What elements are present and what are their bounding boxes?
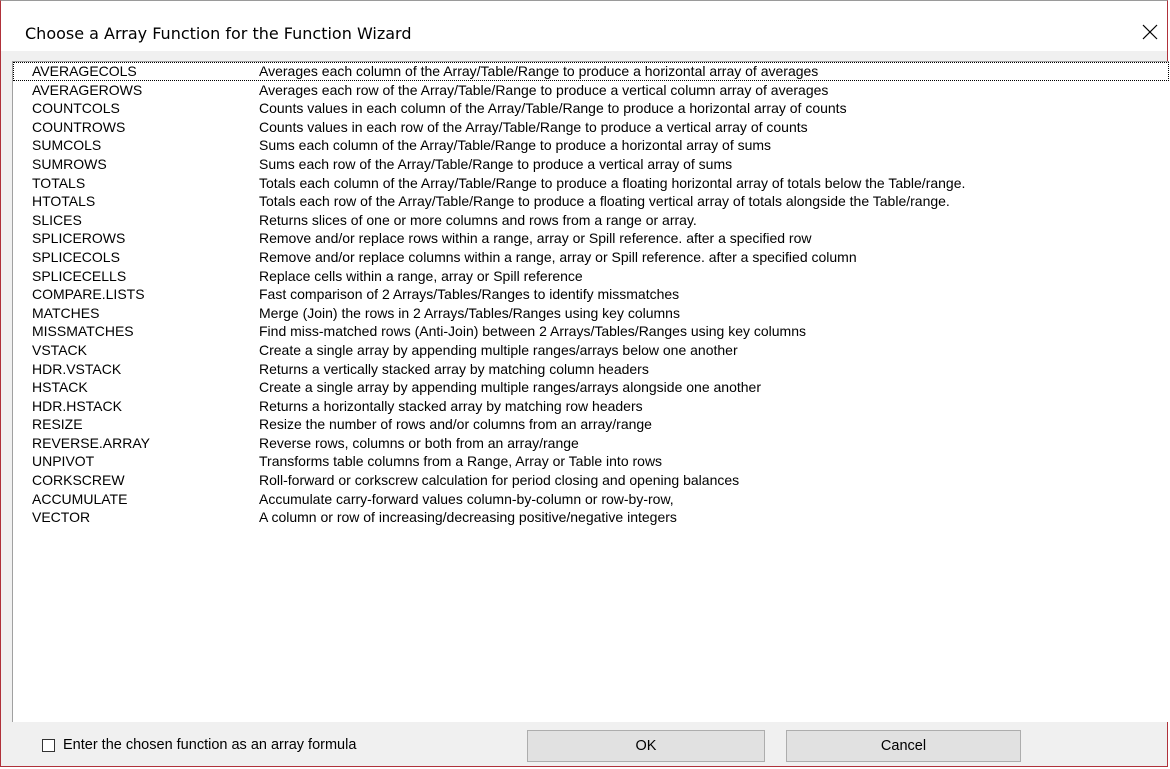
checkbox-box[interactable] <box>42 738 55 752</box>
list-item[interactable]: HDR.VSTACK Returns a vertically stacked a… <box>13 360 1169 379</box>
function-description: Averages each row of the Array/Table/Ran… <box>259 81 829 98</box>
function-name: COUNTCOLS <box>32 100 120 117</box>
list-item[interactable]: UNPIVOT Transforms table columns from a R… <box>13 452 1169 471</box>
function-name: HDR.HSTACK <box>32 397 122 414</box>
list-item[interactable]: REVERSE.ARRAY Reverse rows, columns or bo… <box>13 434 1169 453</box>
function-description: Roll-forward or corkscrew calculation fo… <box>259 472 740 489</box>
list-item[interactable]: COMPARE.LISTS Fast comparison of 2 Arrays… <box>13 285 1169 304</box>
function-name: AVERAGECOLS <box>32 63 137 79</box>
function-description: Remove and/or replace rows within a rang… <box>259 230 812 247</box>
list-item[interactable]: HDR.HSTACK Returns a horizontally stacked… <box>13 397 1169 416</box>
close-icon <box>1142 24 1158 40</box>
function-description: Replace cells within a range, array or S… <box>259 267 583 284</box>
function-name: MISSMATCHES <box>32 323 134 340</box>
array-formula-checkbox[interactable]: Enter the chosen function as an array fo… <box>42 737 356 753</box>
function-description: Merge (Join) the rows in 2 Arrays/Tables… <box>259 304 680 321</box>
list-item[interactable]: SLICES Returns slices of one or more colu… <box>13 211 1169 230</box>
list-item[interactable]: MISSMATCHES Find miss-matched rows (Anti-… <box>13 322 1169 341</box>
function-name: COMPARE.LISTS <box>32 286 145 303</box>
function-description: Totals each column of the Array/Table/Ra… <box>259 174 966 191</box>
list-item[interactable]: SUMCOLS Sums each column of the Array/Tab… <box>13 136 1169 155</box>
array-function-dialog: Choose a Array Function for the Function… <box>0 0 1169 767</box>
title-bar: Choose a Array Function for the Function… <box>1 1 1167 51</box>
function-name: SUMCOLS <box>32 137 102 154</box>
list-item[interactable]: ACCUMULATE Accumulate carry-forward value… <box>13 490 1169 509</box>
function-name: SLICES <box>32 211 82 228</box>
function-name: VECTOR <box>32 509 91 526</box>
function-name: HTOTALS <box>32 193 96 210</box>
function-name: REVERSE.ARRAY <box>32 434 150 451</box>
list-item[interactable]: AVERAGEROWS Averages each row of the Arra… <box>13 81 1169 100</box>
function-description: Find miss-matched rows (Anti-Join) betwe… <box>259 323 807 340</box>
function-name: VSTACK <box>32 341 87 358</box>
list-item[interactable]: VECTOR A column or row of increasing/decr… <box>13 508 1169 527</box>
function-name: HSTACK <box>32 379 88 396</box>
list-item[interactable]: COUNTROWS Counts values in each row of th… <box>13 118 1169 137</box>
list-item[interactable]: COUNTCOLS Counts values in each column of… <box>13 99 1169 118</box>
function-description: Remove and/or replace columns within a r… <box>259 248 857 265</box>
function-name: HDR.VSTACK <box>32 360 122 377</box>
function-description: Resize the number of rows and/or columns… <box>259 416 652 433</box>
array-formula-label: Enter the chosen function as an array fo… <box>63 737 357 753</box>
function-name: CORKSCREW <box>32 472 125 489</box>
function-name: SUMROWS <box>32 155 107 172</box>
function-name: COUNTROWS <box>32 118 126 135</box>
function-name: SPLICEROWS <box>32 230 126 247</box>
list-item[interactable]: HTOTALS Totals each row of the Array/Tabl… <box>13 192 1169 211</box>
list-item[interactable]: CORKSCREW Roll-forward or corkscrew calcu… <box>13 471 1169 490</box>
list-item[interactable]: SPLICECELLS Replace cells within a range,… <box>13 267 1169 286</box>
function-description: Totals each row of the Array/Table/Range… <box>259 193 950 210</box>
function-description: Fast comparison of 2 Arrays/Tables/Range… <box>259 286 680 303</box>
function-description: Transforms table columns from a Range, A… <box>259 453 663 470</box>
list-item[interactable]: SPLICEROWS Remove and/or replace rows wit… <box>13 229 1169 248</box>
function-description: Accumulate carry-forward values column-b… <box>259 490 674 507</box>
list-item[interactable]: AVERAGECOLS Averages each column of the A… <box>13 62 1169 81</box>
close-button[interactable] <box>1133 13 1167 51</box>
list-item[interactable]: HSTACK Create a single array by appending… <box>13 378 1169 397</box>
function-description: Create a single array by appending multi… <box>259 341 738 358</box>
function-description: Averages each column of the Array/Table/… <box>259 63 819 79</box>
list-item[interactable]: TOTALS Totals each column of the Array/Ta… <box>13 174 1169 193</box>
function-name: SPLICECOLS <box>32 248 120 265</box>
list-item[interactable]: SPLICECOLS Remove and/or replace columns … <box>13 248 1169 267</box>
function-name: RESIZE <box>32 416 83 433</box>
function-description: Reverse rows, columns or both from an ar… <box>259 434 579 451</box>
function-name: TOTALS <box>32 174 86 191</box>
ok-button[interactable]: OK <box>527 730 765 762</box>
function-description: Returns slices of one or more columns an… <box>259 211 697 228</box>
function-description: Returns a horizontally stacked array by … <box>259 397 643 414</box>
function-description: Counts values in each column of the Arra… <box>259 100 847 117</box>
function-description: Counts values in each row of the Array/T… <box>259 118 808 135</box>
function-description: A column or row of increasing/decreasing… <box>259 509 677 526</box>
function-description: Create a single array by appending multi… <box>259 379 761 396</box>
function-name: MATCHES <box>32 304 100 321</box>
list-item[interactable]: MATCHES Merge (Join) the rows in 2 Arrays… <box>13 304 1169 323</box>
function-description: Sums each row of the Array/Table/Range t… <box>259 155 733 172</box>
function-description: Returns a vertically stacked array by ma… <box>259 360 649 377</box>
function-name: AVERAGEROWS <box>32 81 143 98</box>
function-description: Sums each column of the Array/Table/Rang… <box>259 137 772 154</box>
list-item[interactable]: VSTACK Create a single array by appending… <box>13 341 1169 360</box>
function-listbox[interactable]: AVERAGECOLS Averages each column of the A… <box>12 61 1169 722</box>
list-item[interactable]: RESIZE Resize the number of rows and/or c… <box>13 415 1169 434</box>
list-item[interactable]: SUMROWS Sums each row of the Array/Table/… <box>13 155 1169 174</box>
cancel-button[interactable]: Cancel <box>786 730 1021 762</box>
function-name: UNPIVOT <box>32 453 95 470</box>
window-title: Choose a Array Function for the Function… <box>25 24 412 43</box>
function-name: ACCUMULATE <box>32 490 128 507</box>
function-name: SPLICECELLS <box>32 267 127 284</box>
